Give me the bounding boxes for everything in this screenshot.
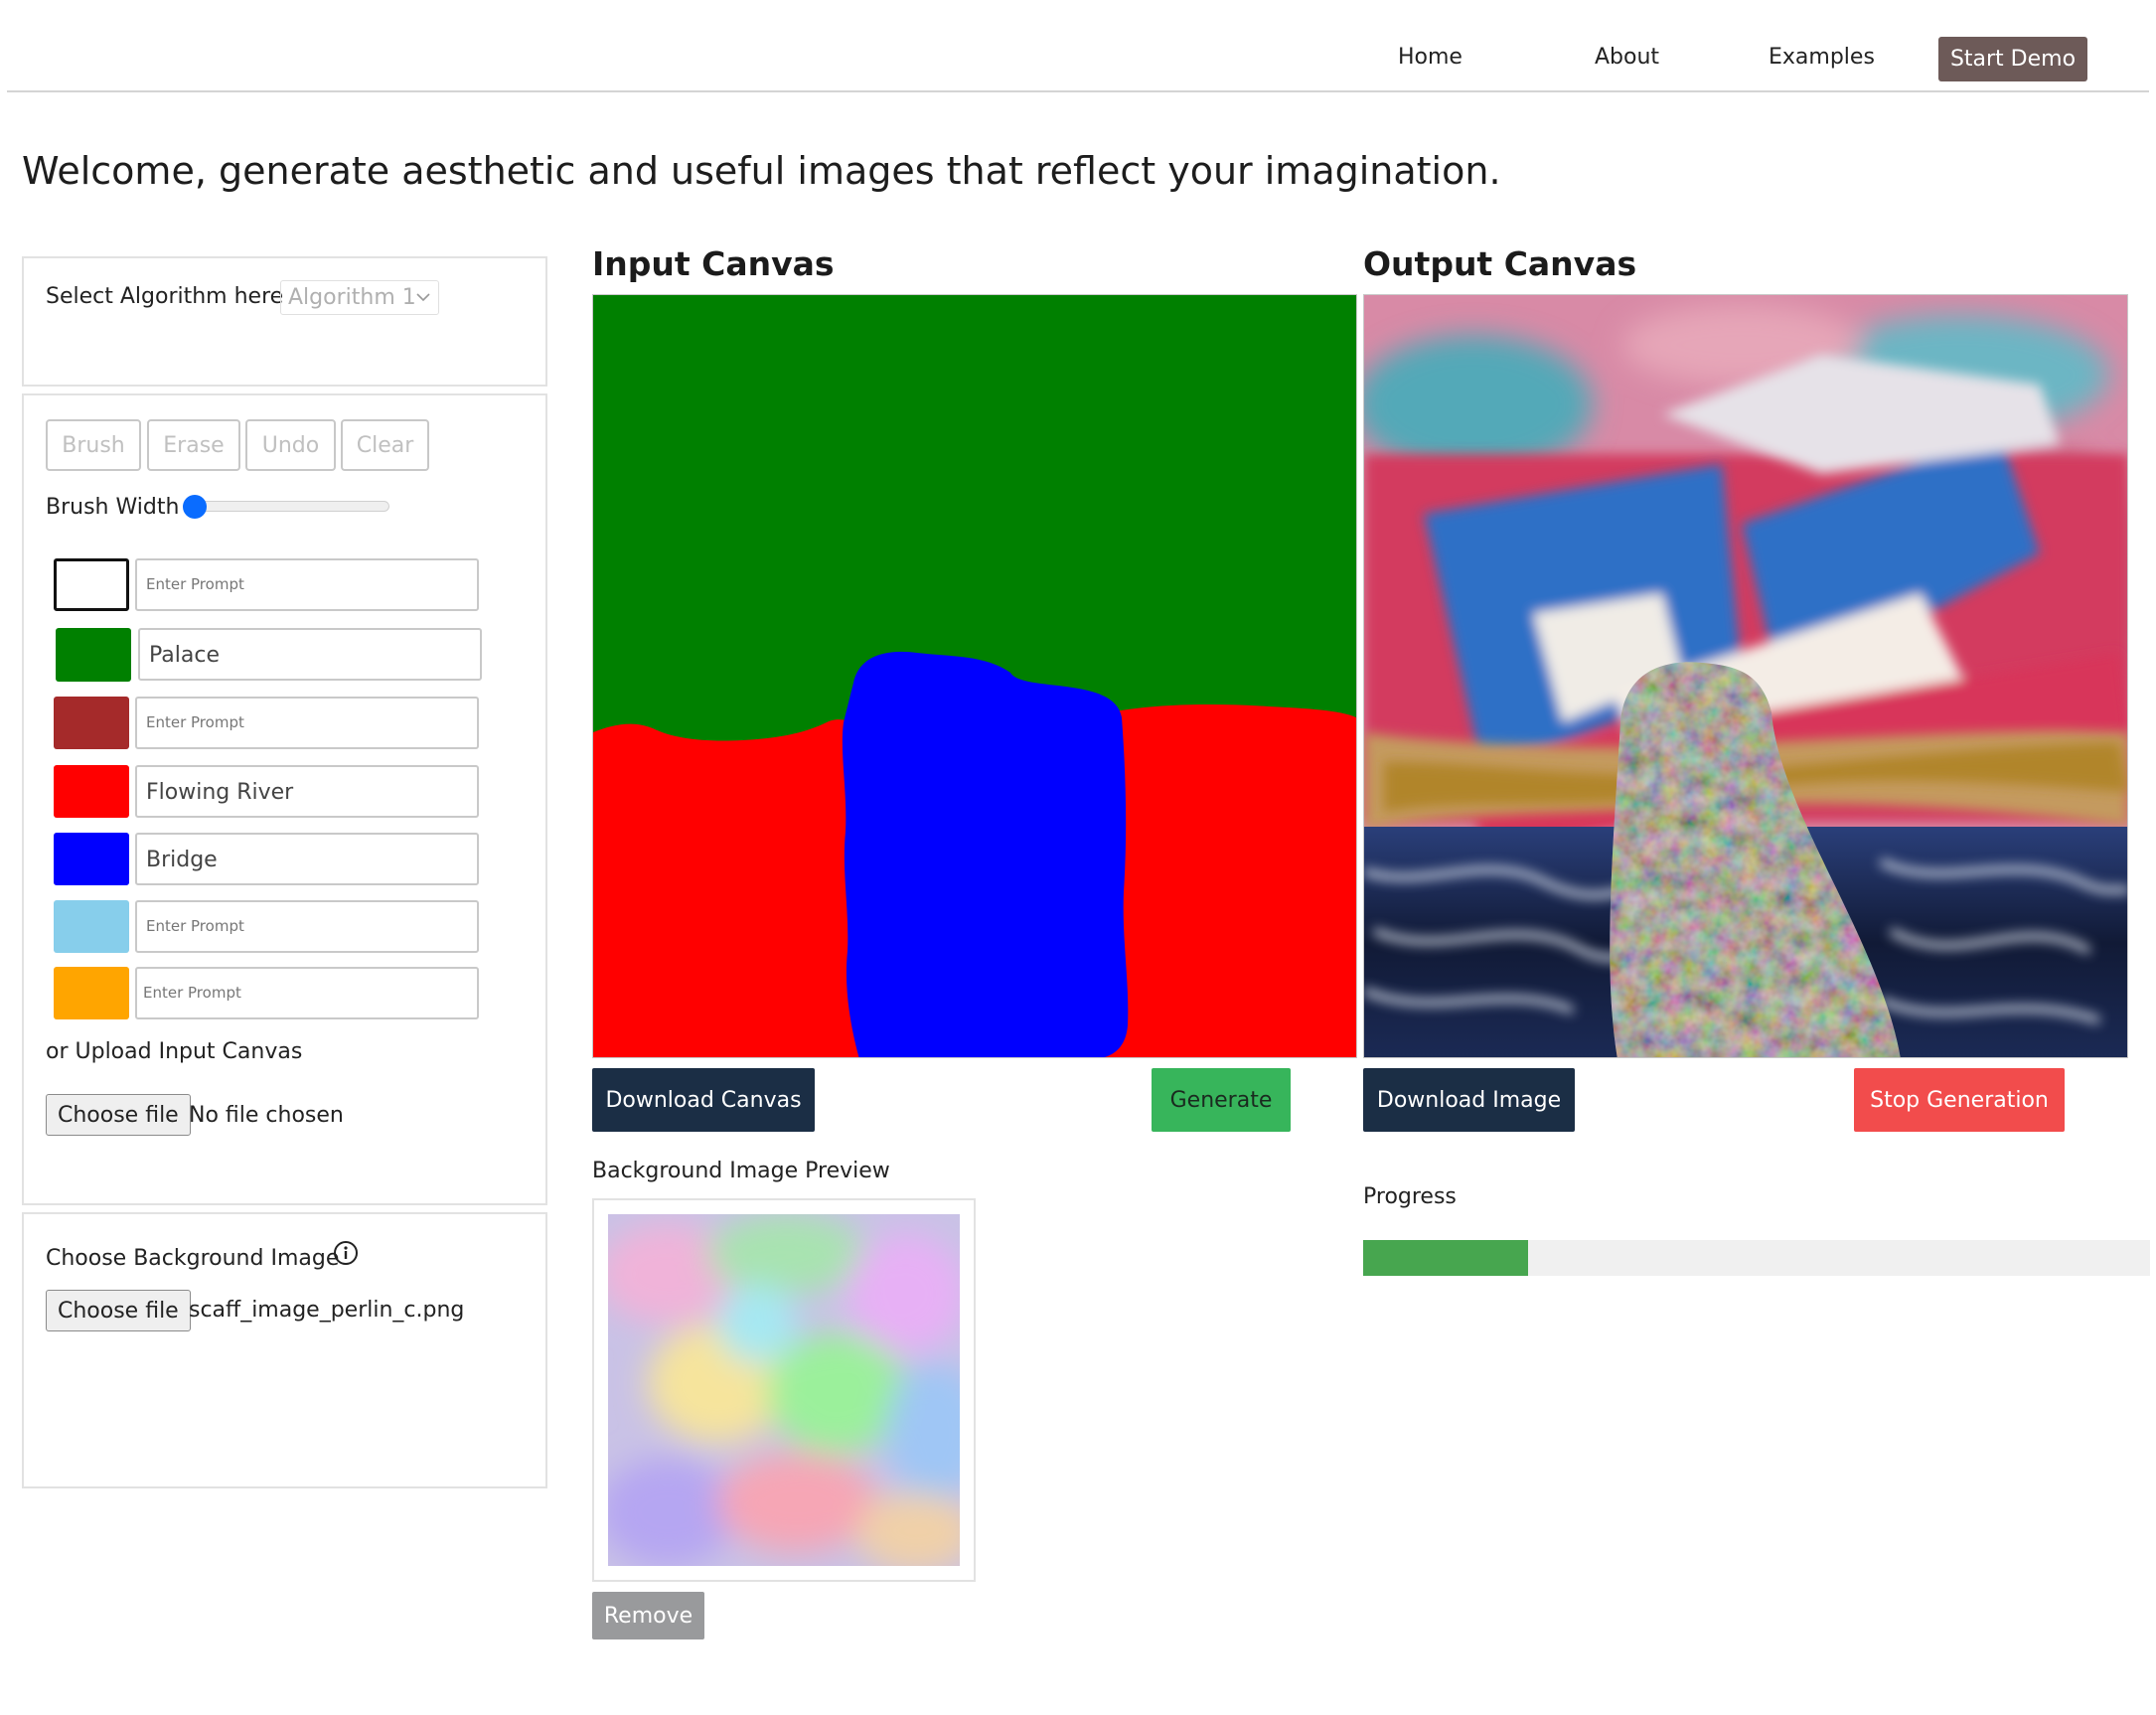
background-file-name: scaff_image_perlin_c.png [189,1298,465,1323]
output-canvas-title: Output Canvas [1363,244,1637,283]
color-swatch-green[interactable] [56,628,131,682]
brush-button[interactable]: Brush [46,419,141,471]
welcome-heading: Welcome, generate aesthetic and useful i… [22,149,1501,193]
algorithm-panel: Select Algorithm here Algorithm 1 [22,256,547,387]
background-preview-image [608,1214,960,1566]
brush-width-label: Brush Width [46,495,180,520]
nav-about-link[interactable]: About [1595,44,1659,72]
prompt-value: Bridge [146,848,218,872]
brush-width-slider[interactable] [183,495,389,519]
input-canvas[interactable] [592,294,1357,1058]
nav-examples-link[interactable]: Examples [1769,44,1875,72]
prompt-value: Flowing River [146,780,294,805]
color-swatch-white[interactable] [54,558,129,611]
progress-bar [1363,1240,2150,1276]
prompt-input-white[interactable]: Enter Prompt [135,558,479,611]
output-canvas [1363,294,2128,1058]
generate-button[interactable]: Generate [1152,1068,1291,1132]
algorithm-label: Select Algorithm here [46,284,284,309]
start-demo-button[interactable]: Start Demo [1938,37,2087,81]
prompt-placeholder: Enter Prompt [146,917,244,935]
prompt-input-red[interactable]: Flowing River [135,765,479,818]
background-preview-frame [592,1198,976,1582]
prompt-input-brown[interactable]: Enter Prompt [135,697,479,749]
info-icon[interactable] [333,1240,359,1266]
upload-canvas-label: or Upload Input Canvas [46,1039,303,1064]
upload-canvas-choose-file-button[interactable]: Choose file [46,1094,191,1136]
progress-label: Progress [1363,1184,1457,1209]
prompt-placeholder: Enter Prompt [146,575,244,593]
background-image-panel: Choose Background Image Choose file scaf… [22,1212,547,1488]
upload-canvas-file-name: No file chosen [189,1103,344,1128]
input-canvas-title: Input Canvas [592,244,835,283]
color-swatch-skyblue[interactable] [54,900,129,953]
background-preview-label: Background Image Preview [592,1159,890,1183]
color-swatch-red[interactable] [54,765,129,818]
brush-width-slider-thumb[interactable] [183,495,207,519]
download-canvas-button[interactable]: Download Canvas [592,1068,815,1132]
chevron-down-icon [414,281,432,325]
background-image-label: Choose Background Image [46,1246,340,1271]
color-swatch-blue[interactable] [54,833,129,885]
output-image [1364,295,2127,1057]
top-nav: Home About Examples Start Demo [7,0,2149,92]
download-image-button[interactable]: Download Image [1363,1068,1575,1132]
prompt-input-green[interactable]: Palace [138,628,482,681]
prompt-placeholder: Enter Prompt [146,713,244,731]
prompt-input-blue[interactable]: Bridge [135,833,479,885]
color-swatch-orange[interactable] [54,967,129,1019]
prompt-input-orange[interactable]: Enter Prompt [135,967,479,1019]
stop-generation-button[interactable]: Stop Generation [1854,1068,2065,1132]
remove-background-button[interactable]: Remove [592,1592,704,1639]
drawing-tools-panel: Brush Erase Undo Clear Brush Width Enter… [22,393,547,1205]
erase-button[interactable]: Erase [147,419,240,471]
prompt-value: Palace [149,643,220,668]
color-swatch-brown[interactable] [54,697,129,749]
algorithm-select[interactable]: Algorithm 1 [280,280,439,315]
background-choose-file-button[interactable]: Choose file [46,1290,191,1331]
input-canvas-drawing [593,295,1356,1057]
progress-bar-fill [1363,1240,1529,1276]
algorithm-selected-value: Algorithm 1 [288,285,416,310]
undo-button[interactable]: Undo [245,419,336,471]
prompt-placeholder: Enter Prompt [143,984,241,1002]
clear-button[interactable]: Clear [341,419,429,471]
prompt-input-skyblue[interactable]: Enter Prompt [135,900,479,953]
nav-home-link[interactable]: Home [1398,44,1463,72]
